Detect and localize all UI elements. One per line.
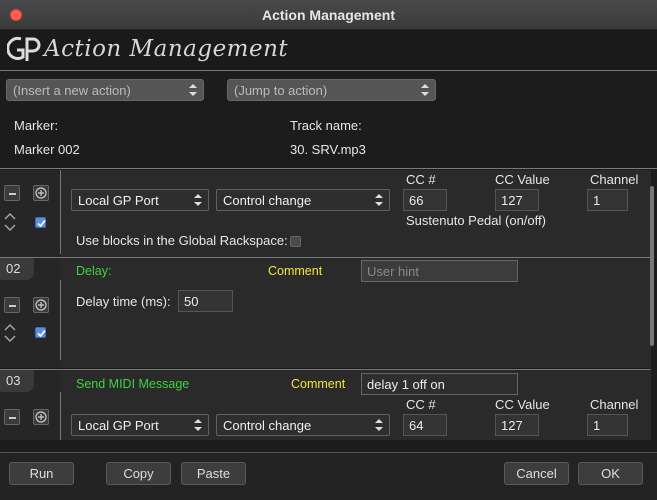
message-type-value: Control change <box>223 418 312 433</box>
add-circle-icon <box>35 411 47 423</box>
channel-field[interactable]: 1 <box>587 189 628 211</box>
action-2-separator <box>60 280 61 360</box>
move-updown-icon[interactable] <box>4 324 16 342</box>
comment-field[interactable]: User hint <box>361 260 518 282</box>
cc-number-label: CC # <box>406 397 436 412</box>
cancel-button[interactable]: Cancel <box>504 462 569 485</box>
global-rackspace-label: Use blocks in the Global Rackspace: <box>76 233 288 248</box>
cc-value-label: CC Value <box>495 397 550 412</box>
action-block-2: 02 Delay: Comment User hint Delay time (… <box>0 258 651 368</box>
comment-field[interactable]: delay 1 off on <box>361 373 518 395</box>
cc-number-field[interactable]: 66 <box>403 189 447 211</box>
delay-time-label: Delay time (ms): <box>76 294 171 309</box>
action-number: 03 <box>0 370 34 392</box>
move-updown-icon[interactable] <box>4 213 16 231</box>
add-circle-icon <box>35 187 47 199</box>
action-type-label: Delay: <box>76 264 112 278</box>
midi-port-dropdown[interactable]: Local GP Port <box>71 189 209 211</box>
action-1-separator <box>60 170 61 254</box>
action-3-separator <box>60 392 61 440</box>
insert-action-text: (Insert a new action) <box>13 83 131 98</box>
marker-label: Marker: <box>14 118 59 133</box>
dialog-header: Action Management <box>0 30 657 70</box>
header-divider <box>0 70 657 71</box>
action-number: 02 <box>0 258 34 280</box>
add-action-button[interactable] <box>33 297 49 313</box>
dialog-footer: Run Copy Paste Cancel OK <box>0 452 657 500</box>
chevron-updown-icon <box>375 418 383 432</box>
cc-description: Sustenuto Pedal (on/off) <box>406 213 546 228</box>
message-type-value: Control change <box>223 193 312 208</box>
track-name-label: Track name: <box>290 118 362 133</box>
enable-action-checkbox[interactable] <box>35 217 46 228</box>
remove-action-button[interactable] <box>4 185 20 201</box>
cc-value-field[interactable]: 127 <box>495 189 539 211</box>
channel-label: Channel <box>590 172 639 187</box>
global-rackspace-checkbox[interactable] <box>290 236 301 247</box>
chevron-updown-icon <box>194 193 202 207</box>
window-titlebar: Action Management <box>0 0 657 30</box>
add-circle-icon <box>35 299 47 311</box>
window-title: Action Management <box>261 7 395 23</box>
paste-button[interactable]: Paste <box>181 462 246 485</box>
cc-value-field[interactable]: 127 <box>495 414 539 436</box>
midi-port-dropdown[interactable]: Local GP Port <box>71 414 209 436</box>
remove-action-button[interactable] <box>4 409 20 425</box>
gp-logo-icon <box>7 36 41 61</box>
channel-label: Channel <box>590 397 639 412</box>
action-block-1: Local GP Port Control change CC # 66 CC … <box>0 170 651 257</box>
delay-time-field[interactable]: 50 <box>178 290 233 312</box>
remove-action-button[interactable] <box>4 297 20 313</box>
enable-action-checkbox[interactable] <box>35 327 46 338</box>
message-type-dropdown[interactable]: Control change <box>216 414 390 436</box>
ok-button[interactable]: OK <box>578 462 643 485</box>
chevron-updown-icon <box>375 193 383 207</box>
comment-label: Comment <box>291 377 346 391</box>
insert-action-dropdown[interactable]: (Insert a new action) <box>6 79 204 101</box>
comment-label: Comment <box>268 264 323 278</box>
cc-number-label: CC # <box>406 172 436 187</box>
add-action-button[interactable] <box>33 185 49 201</box>
checkmark-icon <box>37 219 46 228</box>
cc-value-label: CC Value <box>495 172 550 187</box>
track-name-value: 30. SRV.mp3 <box>290 142 366 157</box>
channel-field[interactable]: 1 <box>587 414 628 436</box>
jump-to-action-text: (Jump to action) <box>234 83 328 98</box>
run-button[interactable]: Run <box>9 462 74 485</box>
copy-button[interactable]: Copy <box>106 462 171 485</box>
chevron-updown-icon <box>421 83 429 97</box>
jump-to-action-dropdown[interactable]: (Jump to action) <box>227 79 436 101</box>
add-action-button[interactable] <box>33 409 49 425</box>
checkmark-icon <box>37 329 46 338</box>
midi-port-value: Local GP Port <box>78 418 159 433</box>
message-type-dropdown[interactable]: Control change <box>216 189 390 211</box>
midi-port-value: Local GP Port <box>78 193 159 208</box>
action-list-scrollbar[interactable] <box>650 186 654 346</box>
action-type-label: Send MIDI Message <box>76 377 190 391</box>
chevron-updown-icon <box>194 418 202 432</box>
dialog-heading: Action Management <box>44 36 289 62</box>
marker-value: Marker 002 <box>14 142 80 157</box>
action-block-3: 03 Send MIDI Message Comment delay 1 off… <box>0 370 651 440</box>
chevron-updown-icon <box>189 83 197 97</box>
cc-number-field[interactable]: 64 <box>403 414 447 436</box>
info-divider <box>0 168 657 169</box>
